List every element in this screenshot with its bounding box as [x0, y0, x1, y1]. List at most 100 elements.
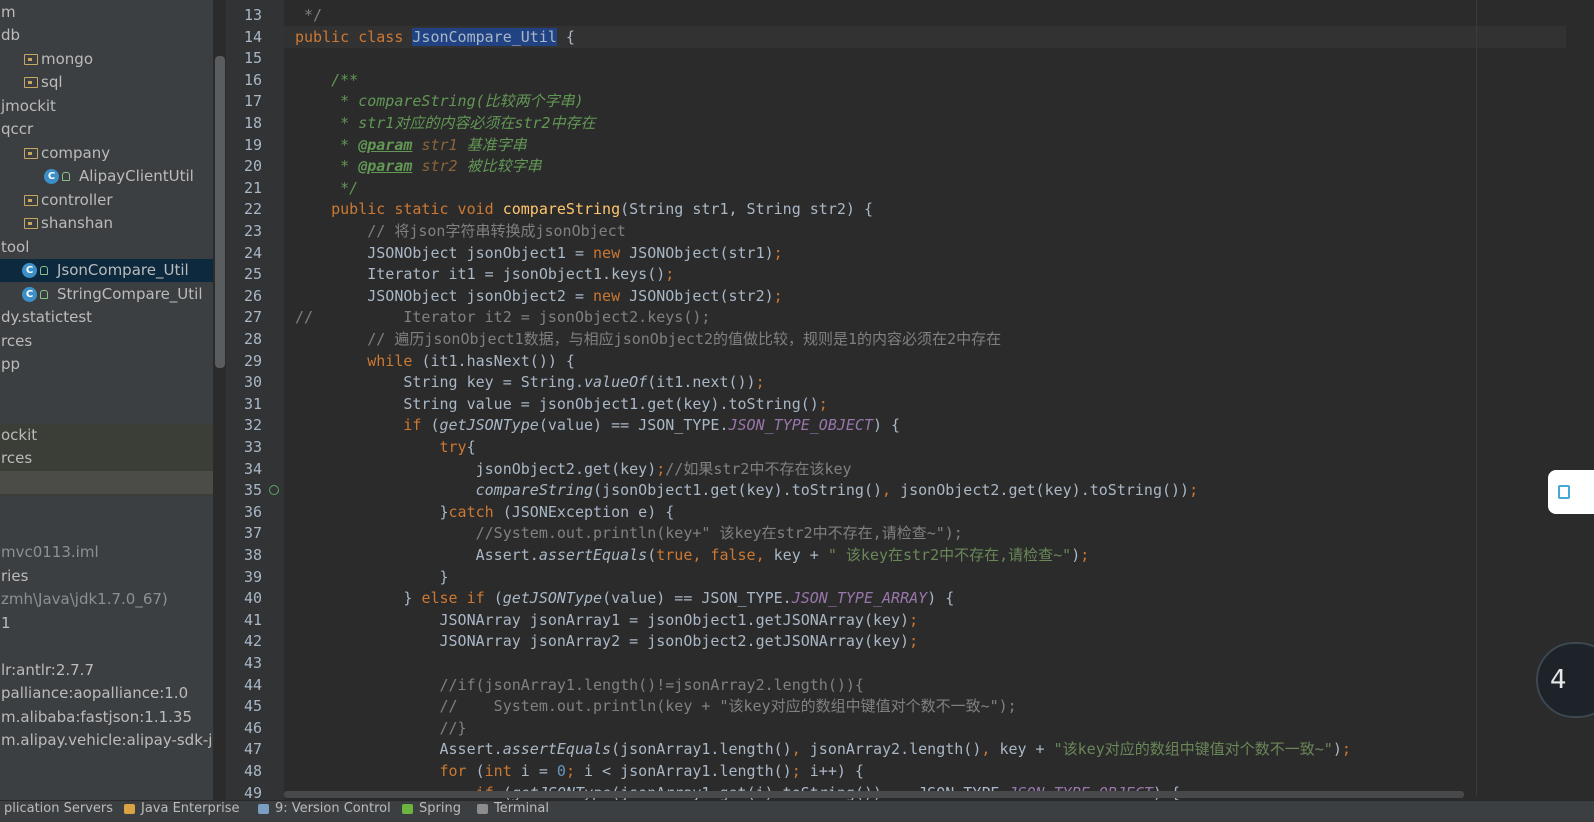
code-line[interactable]: //System.out.println(key+" 该key在str2中不存在…: [295, 522, 963, 544]
code-token: JSON_TYPE_ARRAY: [791, 589, 928, 608]
tree-item[interactable]: [0, 470, 213, 494]
line-number: 30: [243, 373, 262, 392]
code-token: (value) == JSON_TYPE.: [602, 589, 792, 608]
code-editor[interactable]: */ public class JsonCompare_Util { /** * …: [284, 0, 1566, 808]
tool-window-tab[interactable]: Spring: [419, 801, 461, 817]
tree-item[interactable]: m: [0, 1, 213, 24]
code-line[interactable]: while (it1.hasNext()) {: [295, 350, 575, 372]
line-number: 33: [243, 438, 262, 456]
tool-window-tab[interactable]: Terminal: [494, 801, 549, 817]
code-token: else if: [421, 589, 494, 608]
tree-item[interactable]: rces: [0, 447, 213, 470]
tree-item[interactable]: [0, 494, 213, 517]
code-line[interactable]: // Iterator it2 = jsonObject2.keys();: [295, 306, 710, 328]
tree-item[interactable]: [0, 635, 213, 658]
code-line[interactable]: jsonObject2.get(key);//如果str2中不存在该key: [295, 458, 852, 480]
code-line[interactable]: }catch (JSONException e) {: [295, 501, 674, 523]
code-line[interactable]: JSONArray jsonArray1 = jsonObject1.getJS…: [295, 609, 918, 631]
line-number: 48: [243, 762, 262, 780]
code-line[interactable]: //}: [295, 717, 467, 739]
code-line[interactable]: //if(jsonArray1.length()!=jsonArray2.len…: [295, 674, 864, 696]
code-line[interactable]: // 遍历jsonObject1数据，与相应jsonObject2的值做比较，规…: [295, 328, 1001, 350]
tree-item[interactable]: C JsonCompare_Util: [0, 259, 213, 282]
code-token: 0: [556, 762, 566, 780]
code-token: (String str1, String str2) {: [620, 200, 873, 219]
code-line[interactable]: /**: [295, 69, 358, 91]
tree-item[interactable]: m.alibaba:fastjson:1.1.35: [0, 706, 213, 729]
tree-item[interactable]: shanshan: [0, 212, 213, 235]
tree-item[interactable]: tool: [0, 236, 213, 259]
code-line[interactable]: * @param str2 被比较字串: [295, 155, 541, 177]
code-line[interactable]: String value = jsonObject1.get(key).toSt…: [295, 393, 827, 415]
tree-item[interactable]: 1: [0, 612, 213, 635]
code-line[interactable]: compareString(jsonObject1.get(key).toStr…: [295, 479, 1198, 501]
code-line[interactable]: // System.out.println(key + "该key对应的数组中键…: [295, 695, 1017, 717]
code-token: ,: [791, 740, 810, 759]
floating-side-tab[interactable]: [1548, 470, 1594, 514]
tree-item[interactable]: mvc0113.iml: [0, 541, 213, 564]
access-lock-icon: [40, 266, 48, 275]
line-number: 46: [243, 718, 262, 737]
tree-item[interactable]: mongo: [0, 48, 213, 71]
tree-item-label: rces: [1, 331, 33, 350]
tool-window-tab[interactable]: 9: Version Control: [275, 801, 391, 817]
tree-item[interactable]: zmh\Java\jdk1.7.0_67): [0, 588, 213, 611]
code-line[interactable]: Assert.assertEquals(jsonArray1.length(),…: [295, 738, 1350, 760]
line-number: 43: [243, 654, 262, 672]
tree-item[interactable]: palliance:aopalliance:1.0: [0, 682, 213, 705]
editor-horizontal-scrollbar[interactable]: [284, 791, 1464, 798]
tree-item[interactable]: ockit: [0, 424, 213, 447]
tool-window-icon: [124, 804, 135, 814]
line-number: 34: [243, 459, 262, 478]
code-line[interactable]: for (int i = 0; i < jsonArray1.length();…: [295, 760, 864, 782]
code-line[interactable]: JSONObject jsonObject1 = new JSONObject(…: [295, 242, 782, 264]
code-line[interactable]: Iterator it1 = jsonObject1.keys();: [295, 263, 674, 285]
tree-item[interactable]: m.alipay.vehicle:alipay-sdk-java: [0, 729, 213, 752]
tree-item[interactable]: controller: [0, 189, 213, 212]
code-line[interactable]: JSONObject jsonObject2 = new JSONObject(…: [295, 285, 782, 307]
tree-item[interactable]: lr:antlr:2.7.7: [0, 659, 213, 682]
code-line[interactable]: * str1对应的内容必须在str2中存在: [295, 112, 595, 134]
tree-item[interactable]: [0, 518, 213, 541]
tree-item[interactable]: dy.statictest: [0, 306, 213, 329]
code-line[interactable]: */: [295, 177, 358, 199]
tree-item[interactable]: [0, 377, 213, 400]
code-line[interactable]: */: [295, 4, 322, 26]
code-line[interactable]: Assert.assertEquals(true, false, key + "…: [295, 544, 1090, 566]
code-line[interactable]: try{: [295, 436, 476, 458]
code-line[interactable]: * compareString(比较两个字串): [295, 90, 584, 112]
code-token: ;: [909, 632, 919, 651]
tree-item[interactable]: pp: [0, 353, 213, 376]
code-line[interactable]: public static void compareString(String …: [295, 198, 873, 220]
code-token: (: [430, 416, 440, 435]
tree-item[interactable]: company: [0, 142, 213, 165]
code-line[interactable]: String key = String.valueOf(it1.next());: [295, 371, 764, 393]
code-line[interactable]: } else if (getJSONType(value) == JSON_TY…: [295, 587, 954, 609]
tree-item[interactable]: jmockit: [0, 95, 213, 118]
tree-item[interactable]: C AlipayClientUtil: [0, 165, 213, 188]
tree-item[interactable]: C StringCompare_Util: [0, 283, 213, 306]
code-line[interactable]: }: [295, 566, 448, 588]
code-token: */: [295, 6, 323, 24]
code-token: str2: [421, 157, 458, 176]
tree-item[interactable]: rces: [0, 330, 213, 353]
tool-window-tab[interactable]: plication Servers: [4, 801, 113, 817]
code-line[interactable]: // 将json字符串转换成jsonObject: [295, 220, 626, 242]
code-line[interactable]: if (getJSONType(value) == JSON_TYPE.JSON…: [295, 414, 900, 436]
code-token: ): [1332, 740, 1342, 759]
tree-item[interactable]: sql: [0, 71, 213, 94]
tool-window-icon: [402, 804, 413, 814]
tool-window-tab[interactable]: Java Enterprise: [141, 801, 239, 817]
tree-item[interactable]: ries: [0, 565, 213, 588]
code-line[interactable]: * @param str1 基准字串: [295, 134, 526, 156]
tree-item[interactable]: qccr: [0, 118, 213, 141]
code-line[interactable]: JSONArray jsonArray2 = jsonObject2.getJS…: [295, 630, 918, 652]
code-line[interactable]: public class JsonCompare_Util {: [295, 26, 575, 48]
line-number: 16: [243, 70, 262, 89]
tree-item[interactable]: db: [0, 24, 213, 47]
tree-item[interactable]: [0, 400, 213, 423]
code-token: JSON_TYPE_OBJECT: [728, 416, 874, 435]
